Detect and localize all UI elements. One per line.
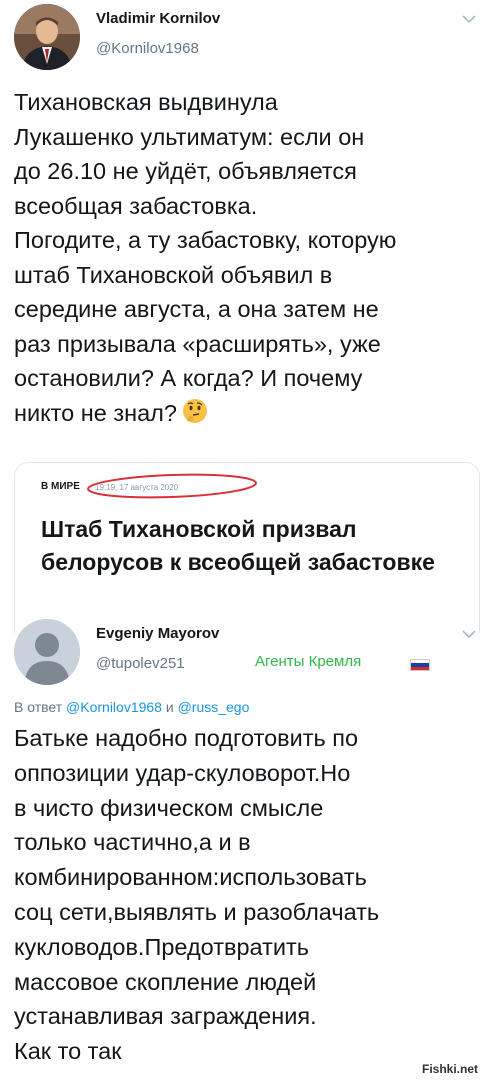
- card-date: 19:19, 17 августа 2020: [95, 483, 179, 492]
- card-title[interactable]: Штаб Тихановской призвал белорусов к все…: [41, 513, 461, 579]
- reply-handle-link[interactable]: @russ_ego: [178, 699, 250, 715]
- tweet-1: Vladimir Kornilov @Kornilov1968 Тихановс…: [0, 0, 493, 633]
- author-handle[interactable]: @tupolev251: [96, 655, 185, 672]
- chevron-down-icon[interactable]: [462, 14, 476, 24]
- tweet-text-body: Тихановская выдвинула Лукашенко ультимат…: [14, 89, 397, 426]
- tweet-text: Тихановская выдвинула Лукашенко ультимат…: [14, 85, 484, 434]
- bot-label-badge: Агенты Кремля: [255, 653, 362, 670]
- link-card[interactable]: В МИРЕ 19:19, 17 августа 2020 Штаб Тихан…: [14, 462, 480, 633]
- tweet-2: Evgeniy Mayorov @tupolev251 Агенты Кремл…: [0, 615, 493, 1080]
- avatar[interactable]: [14, 619, 80, 685]
- reply-to-line: В ответ @Kornilov1968 и @russ_ego: [14, 699, 249, 715]
- tweet-text: Батьке надобно подготовить по оппозиции …: [14, 725, 380, 1065]
- reply-prefix: В ответ: [14, 699, 63, 715]
- watermark: Fishki.net: [420, 1062, 481, 1076]
- avatar[interactable]: [14, 4, 80, 70]
- author-name[interactable]: Vladimir Kornilov: [96, 10, 220, 27]
- thinking-face-icon: [181, 397, 209, 435]
- chevron-down-icon[interactable]: [462, 629, 476, 639]
- reply-handle-link[interactable]: @Kornilov1968: [66, 699, 162, 715]
- card-category: В МИРЕ: [41, 481, 80, 492]
- russia-flag-icon: [410, 659, 430, 671]
- author-name[interactable]: Evgeniy Mayorov: [96, 625, 219, 642]
- reply-joiner: и: [165, 699, 174, 715]
- author-handle[interactable]: @Kornilov1968: [96, 40, 199, 57]
